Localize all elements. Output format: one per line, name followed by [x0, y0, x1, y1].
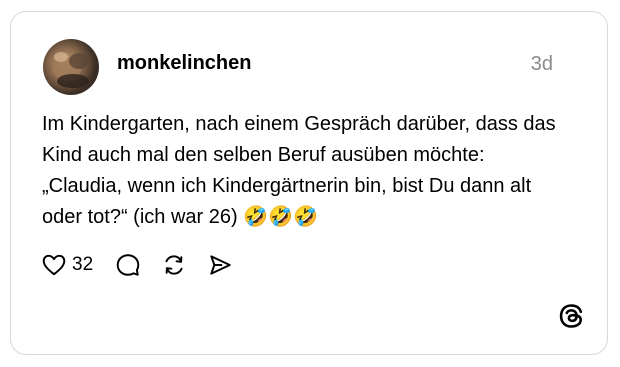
threads-logo-icon — [557, 302, 585, 330]
post-text: Im Kindergarten, nach einem Gespräch dar… — [42, 113, 562, 228]
repost-icon — [161, 252, 187, 278]
username[interactable]: monkelinchen — [117, 52, 251, 75]
heart-icon — [41, 252, 67, 278]
repost-button[interactable] — [161, 252, 187, 278]
post-timestamp: 3d — [530, 53, 553, 75]
share-button[interactable] — [207, 252, 233, 278]
comment-bubble-icon — [115, 252, 141, 278]
like-button[interactable]: 32 — [41, 252, 93, 278]
send-icon — [207, 252, 233, 278]
post-card: monkelinchen 3d Im Kindergarten, nach ei… — [10, 11, 608, 355]
action-bar: 32 — [41, 252, 233, 278]
like-count: 32 — [72, 254, 94, 275]
avatar[interactable] — [43, 39, 99, 95]
reply-button[interactable] — [115, 252, 141, 278]
